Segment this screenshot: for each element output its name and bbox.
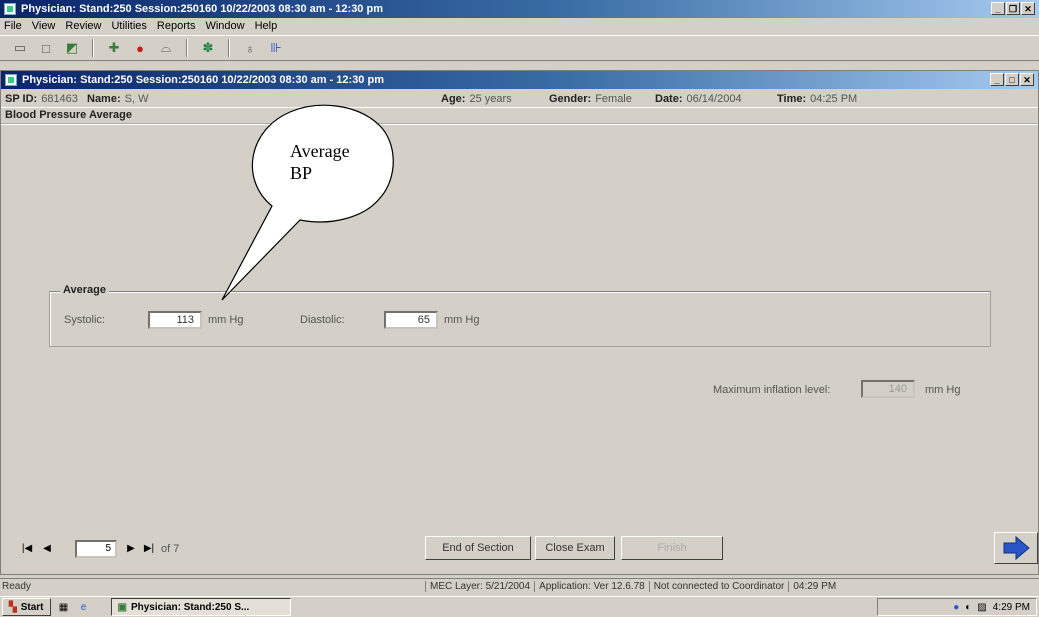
close-exam-button[interactable]: Close Exam xyxy=(535,536,615,560)
internet-explorer-icon[interactable]: e xyxy=(77,600,91,614)
tray-clock: 4:29 PM xyxy=(992,601,1030,613)
first-page-icon[interactable]: |◀ xyxy=(19,541,35,557)
exam-window-controls: _ □ ✕ xyxy=(990,73,1034,86)
close-icon[interactable]: ✕ xyxy=(1020,73,1034,86)
display-icon[interactable]: ▨ xyxy=(977,602,986,613)
patient-name: Name: S, W xyxy=(87,92,149,105)
exam-window: Physician: Stand:250 Session:250160 10/2… xyxy=(0,70,1039,575)
status-application: Application: Ver 12.6.78 xyxy=(534,581,649,592)
end-of-section-button[interactable]: End of Section xyxy=(425,536,531,560)
toolbar-separator xyxy=(92,39,94,57)
menu-window[interactable]: Window xyxy=(205,20,244,32)
status-ready: Ready xyxy=(2,581,31,592)
average-group: Average Systolic: 113 mm Hg Diastolic: 6… xyxy=(49,284,991,347)
systolic-label: Systolic: xyxy=(64,314,105,326)
menu-reports[interactable]: Reports xyxy=(157,20,196,32)
system-tray: ● ◐ ▨ 4:29 PM xyxy=(877,598,1037,616)
maximize-icon[interactable]: □ xyxy=(1005,73,1019,86)
start-button[interactable]: ▚ Start xyxy=(2,598,51,616)
diastolic-unit: mm Hg xyxy=(444,314,480,326)
patient-header: SP ID: 681463 Name: S, W Age: 25 years Gend… xyxy=(1,90,1038,108)
taskbar-item-label: Physician: Stand:250 S... xyxy=(130,601,250,613)
menu-help[interactable]: Help xyxy=(255,20,278,32)
show-desktop-icon[interactable]: ▦ xyxy=(57,600,71,614)
minimize-icon[interactable]: _ xyxy=(991,2,1005,15)
systolic-input[interactable]: 113 xyxy=(148,311,202,329)
status-coordinator: Not connected to Coordinator xyxy=(648,581,789,592)
page-number-input[interactable]: 5 xyxy=(75,540,117,558)
diastolic-label: Diastolic: xyxy=(300,314,345,326)
max-inflation-unit: mm Hg xyxy=(925,384,961,396)
max-inflation-input[interactable]: 140 xyxy=(861,380,915,398)
max-inflation-label: Maximum inflation level: xyxy=(713,384,831,396)
app-title-bar[interactable]: Physician: Stand:250 Session:250160 10/2… xyxy=(0,0,1039,18)
start-label: Start xyxy=(20,601,44,613)
next-page-icon[interactable]: ▶ xyxy=(123,541,139,557)
palette-icon[interactable]: ✽ xyxy=(198,38,218,58)
menu-file[interactable]: File xyxy=(4,20,22,32)
finish-button[interactable]: Finish xyxy=(621,536,723,560)
exam-window-icon[interactable] xyxy=(5,74,17,86)
status-bar: Ready MEC Layer: 5/21/2004 Application: … xyxy=(0,578,1039,594)
patient-age: Age: 25 years xyxy=(441,92,512,105)
exam-title: Physician: Stand:250 Session:250160 10/2… xyxy=(22,74,384,86)
exam-date: Date: 06/14/2004 xyxy=(655,92,742,105)
restore-icon[interactable]: ❐ xyxy=(1006,2,1020,15)
blank-page-icon[interactable]: □ xyxy=(36,38,56,58)
sp-id: SP ID: 681463 xyxy=(5,92,78,105)
toolbar-separator xyxy=(186,39,188,57)
exam-time: Time: 04:25 PM xyxy=(777,92,858,105)
minimize-icon[interactable]: _ xyxy=(990,73,1004,86)
systolic-unit: mm Hg xyxy=(208,314,244,326)
app-window-controls: _ ❐ ✕ xyxy=(991,2,1035,15)
toolbar: ▭ □ ◩ ✚ ● ⌓ ✽ ♁ ⊪ xyxy=(0,35,1039,61)
app-title: Physician: Stand:250 Session:250160 10/2… xyxy=(21,3,383,15)
average-legend: Average xyxy=(60,284,110,296)
right-arrow-icon xyxy=(1003,536,1030,560)
app-window-icon[interactable] xyxy=(4,3,16,15)
exit-icon[interactable]: ⊪ xyxy=(266,38,286,58)
taskbar: ▚ Start ▦ e ▣ Physician: Stand:250 S... … xyxy=(0,596,1039,617)
close-icon[interactable]: ✕ xyxy=(1021,2,1035,15)
tomato-icon[interactable]: ● xyxy=(130,38,150,58)
app-window-icon: ▣ xyxy=(117,601,127,613)
next-arrow-button[interactable] xyxy=(994,532,1038,564)
diastolic-input[interactable]: 65 xyxy=(384,311,438,329)
status-time: 04:29 PM xyxy=(788,581,840,592)
toolbar-separator xyxy=(228,39,230,57)
section-title: Blood Pressure Average xyxy=(1,109,1038,125)
menu-bar: File View Review Utilities Reports Windo… xyxy=(0,18,1039,34)
tools-icon[interactable]: ✚ xyxy=(104,38,124,58)
taskbar-item-physician[interactable]: ▣ Physician: Stand:250 S... xyxy=(110,598,291,616)
menu-view[interactable]: View xyxy=(32,20,56,32)
stethoscope-icon[interactable]: ♁ xyxy=(240,38,260,58)
menu-review[interactable]: Review xyxy=(65,20,101,32)
door-icon[interactable]: ▭ xyxy=(10,38,30,58)
screen: Physician: Stand:250 Session:250160 10/2… xyxy=(0,0,1039,617)
cup-icon[interactable]: ⌓ xyxy=(156,38,176,58)
menu-utilities[interactable]: Utilities xyxy=(111,20,146,32)
previous-page-icon[interactable]: ◀ xyxy=(39,541,55,557)
exam-title-bar[interactable]: Physician: Stand:250 Session:250160 10/2… xyxy=(1,71,1038,89)
volume-icon[interactable]: ◐ xyxy=(965,602,971,613)
patient-gender: Gender: Female xyxy=(549,92,632,105)
folder-icon[interactable]: ◩ xyxy=(62,38,82,58)
page-count: of 7 xyxy=(161,543,180,555)
network-icon[interactable]: ● xyxy=(953,602,959,613)
windows-logo-icon: ▚ xyxy=(9,601,17,613)
navigation-bar: |◀ ◀ 5 ▶ ▶| of 7 End of Section Close Ex… xyxy=(1,526,1038,566)
last-page-icon[interactable]: ▶| xyxy=(141,541,157,557)
status-mec-layer: MEC Layer: 5/21/2004 xyxy=(425,581,534,592)
